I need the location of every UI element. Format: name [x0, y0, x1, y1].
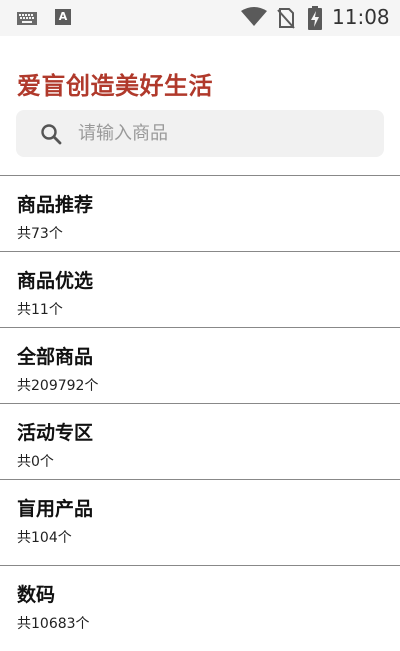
- category-title: 商品推荐: [17, 194, 94, 216]
- category-count: 共10683个: [17, 616, 90, 632]
- category-item-activity[interactable]: 活动专区 共0个: [0, 404, 400, 479]
- category-title: 活动专区: [17, 422, 94, 444]
- category-count: 共104个: [17, 530, 72, 546]
- status-time: 11:08: [332, 5, 390, 29]
- search-icon: [41, 124, 62, 145]
- category-title: 数码: [17, 584, 56, 606]
- search-box[interactable]: [16, 110, 384, 157]
- category-item-preferred[interactable]: 商品优选 共11个: [0, 252, 400, 327]
- keyboard-icon: [17, 12, 37, 25]
- category-list: 商品推荐 共73个 商品优选 共11个 全部商品 共209792个 活动专区 共…: [0, 175, 400, 651]
- no-sim-icon: [277, 8, 295, 29]
- category-count: 共11个: [17, 302, 63, 318]
- category-title: 商品优选: [17, 270, 94, 292]
- category-item-all[interactable]: 全部商品 共209792个: [0, 328, 400, 403]
- status-bar: A 11:08: [0, 0, 400, 36]
- category-count: 共0个: [17, 454, 54, 470]
- category-title: 全部商品: [17, 346, 94, 368]
- category-count: 共209792个: [17, 378, 99, 394]
- app-a-icon: A: [55, 9, 71, 25]
- category-item-digital[interactable]: 数码 共10683个: [0, 566, 400, 651]
- category-item-blind-products[interactable]: 盲用产品 共104个: [0, 480, 400, 565]
- category-item-recommended[interactable]: 商品推荐 共73个: [0, 176, 400, 251]
- page-title: 爱盲创造美好生活: [17, 72, 213, 100]
- category-title: 盲用产品: [17, 498, 94, 520]
- search-input[interactable]: [78, 110, 368, 157]
- battery-charging-icon: [308, 6, 322, 30]
- category-count: 共73个: [17, 226, 63, 242]
- wifi-icon: [241, 7, 267, 26]
